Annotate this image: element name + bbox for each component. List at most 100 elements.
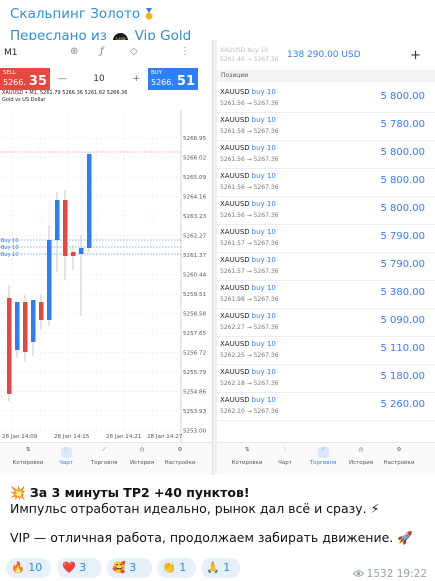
position-profit: 5 800.00 [380, 147, 425, 158]
price-tick-label: 5261.37 [183, 253, 207, 259]
nav-history[interactable]: ◷ История [122, 447, 162, 466]
buy-level-label: Buy 10 [1, 238, 19, 244]
side: buy 10 [251, 228, 276, 236]
side: buy 10 [251, 172, 276, 180]
nav-settings[interactable]: ⚙ Настройки [160, 447, 200, 466]
price-tick-label: 5262.27 [183, 234, 207, 240]
side: buy 10 [251, 88, 276, 96]
post-time: 19:22 [396, 568, 427, 580]
price-tick-label: 5257.65 [183, 331, 207, 337]
price-tick-label: 5263.23 [183, 214, 207, 220]
post-image[interactable]: M1 ⊕ ƒ ◇ ⋮ SELL 5266. 35 — 10 + BUY 5266… [0, 40, 435, 475]
positions-screen: XAUUSD buy 10 5261.46 → 5267.36 138 290.0… [217, 40, 435, 475]
position-row[interactable]: XAUUSD buy 10 5262.10 → 5267.36 5 260.00 [217, 392, 435, 421]
position-row[interactable]: XAUUSD buy 10 5261.98 → 5267.36 5 380.00 [217, 280, 435, 309]
channel-name[interactable]: Скальпинг Золото [10, 6, 140, 22]
position-row[interactable]: XAUUSD buy 10 5261.57 → 5267.36 5 790.00 [217, 252, 435, 281]
nav-label: Торговля [90, 460, 118, 466]
side: buy 10 [251, 396, 276, 404]
side: buy 10 [251, 312, 276, 320]
position-symbol: XAUUSD buy 10 [220, 200, 276, 208]
position-prices: 5262.27 → 5267.36 [220, 324, 279, 331]
position-profit: 5 800.00 [380, 91, 425, 102]
buy-level-label: Buy 10 [1, 245, 19, 251]
nav-label: История [348, 460, 374, 466]
price-tick-label: 5260.44 [183, 273, 207, 279]
position-row[interactable]: XAUUSD buy 10 5262.18 → 5267.36 5 180.00 [217, 364, 435, 393]
symbol: XAUUSD [220, 228, 250, 236]
position-row[interactable]: XAUUSD buy 10 5261.58 → 5267.36 5 780.00 [217, 112, 435, 141]
positions-header: Позиции [217, 70, 435, 82]
symbol: XAUUSD [220, 368, 250, 376]
reaction-count: 1 [179, 561, 187, 574]
settings-icon: ⚙ [396, 447, 402, 453]
candle-body [23, 302, 28, 352]
position-symbol: XAUUSD buy 10 [220, 312, 276, 320]
position-prices: 5261.98 → 5267.36 [220, 296, 279, 303]
quotes-icon: ⇅ [244, 447, 250, 453]
account-balance: 138 290.00 USD [287, 50, 361, 60]
candlestick-chart[interactable]: Buy 10Buy 10Buy 10 5266.955266.025265.09… [0, 40, 212, 475]
faded-row: XAUUSD buy 10 5261.46 → 5267.36 [220, 46, 278, 64]
time-tick-label: 28 Jan 14:21 [106, 434, 142, 440]
channel-name-link[interactable]: Скальпинг Золото [10, 5, 430, 23]
position-row[interactable]: XAUUSD buy 10 5261.57 → 5267.36 5 790.00 [217, 224, 435, 253]
symbol: XAUUSD [220, 284, 250, 292]
position-row[interactable]: XAUUSD buy 10 5261.56 → 5267.36 5 800.00 [217, 84, 435, 113]
symbol: XAUUSD [220, 312, 250, 320]
symbol: XAUUSD [220, 396, 250, 404]
buy-level-label: Buy 10 [1, 252, 19, 258]
position-row[interactable]: XAUUSD buy 10 5261.56 → 5267.36 5 800.00 [217, 140, 435, 169]
nav-quotes[interactable]: ⇅ Котировки [8, 447, 48, 466]
position-prices: 5262.25 → 5267.36 [220, 352, 279, 359]
position-prices: 5262.10 → 5267.36 [220, 408, 279, 415]
price-tick-label: 5254.86 [183, 390, 207, 396]
faded-symbol: XAUUSD [220, 47, 246, 54]
position-symbol: XAUUSD buy 10 [220, 172, 276, 180]
reaction-heart[interactable]: ❤️ 3 [57, 558, 102, 578]
new-order-plus-icon[interactable]: + [410, 48, 421, 63]
message-line-headline: 💥 За 3 минуты TP2 +40 пунктов! [10, 485, 250, 500]
reaction-pray[interactable]: 🙏 1 [201, 558, 240, 578]
reaction-clap[interactable]: 👏 1 [157, 558, 196, 578]
position-prices: 5261.56 → 5267.36 [220, 156, 279, 163]
position-symbol: XAUUSD buy 10 [220, 340, 276, 348]
nav-chart[interactable]: ⫶ Чарт [46, 447, 86, 466]
pray-icon: 🙏 [206, 561, 220, 574]
reaction-love[interactable]: 🥰 3 [107, 558, 152, 578]
nav-trade[interactable]: ⟋ Торговля [84, 447, 124, 466]
candle-body [79, 248, 84, 254]
position-symbol: XAUUSD buy 10 [220, 144, 276, 152]
nav-trade[interactable]: ⟋ Торговля [303, 447, 343, 466]
position-row[interactable]: XAUUSD buy 10 5262.25 → 5267.36 5 110.00 [217, 336, 435, 365]
fire-icon: 🔥 [11, 561, 25, 574]
candle-body [63, 200, 68, 256]
side: buy 10 [251, 200, 276, 208]
nav-label: Котировки [12, 460, 44, 466]
position-profit: 5 260.00 [380, 399, 425, 410]
nav-settings[interactable]: ⚙ Настройки [379, 447, 419, 466]
position-symbol: XAUUSD buy 10 [220, 116, 276, 124]
position-row[interactable]: XAUUSD buy 10 5262.27 → 5267.36 5 090.00 [217, 308, 435, 337]
nav-quotes[interactable]: ⇅ Котировки [227, 447, 267, 466]
symbol: XAUUSD [220, 144, 250, 152]
reaction-fire[interactable]: 🔥 10 [6, 558, 51, 578]
position-prices: 5261.58 → 5267.36 [220, 128, 279, 135]
position-row[interactable]: XAUUSD buy 10 5261.56 → 5267.36 5 800.00 [217, 196, 435, 225]
message-line-3: VIP — отличная работа, продолжаем забира… [10, 530, 413, 545]
position-profit: 5 790.00 [380, 259, 425, 270]
side: buy 10 [251, 284, 276, 292]
nav-chart[interactable]: ⫶ Чарт [265, 447, 305, 466]
heart-icon: ❤️ [62, 561, 76, 574]
post-meta: 1532 19:22 [352, 568, 427, 580]
side: buy 10 [251, 340, 276, 348]
position-row[interactable]: XAUUSD buy 10 5261.56 → 5267.36 5 800.00 [217, 168, 435, 197]
faded-side: buy 10 [247, 47, 269, 54]
trade-icon: ⟋ [102, 447, 106, 453]
nav-history[interactable]: ◷ История [341, 447, 381, 466]
left-bottom-nav: ⇅ Котировки ⫶ Чарт ⟋ Торговля ◷ История ⚙ Нас… [0, 442, 212, 475]
candle-body [55, 200, 60, 240]
symbol: XAUUSD [220, 116, 250, 124]
medal-icon [145, 8, 153, 20]
price-tick-label: 5258.58 [183, 312, 207, 318]
